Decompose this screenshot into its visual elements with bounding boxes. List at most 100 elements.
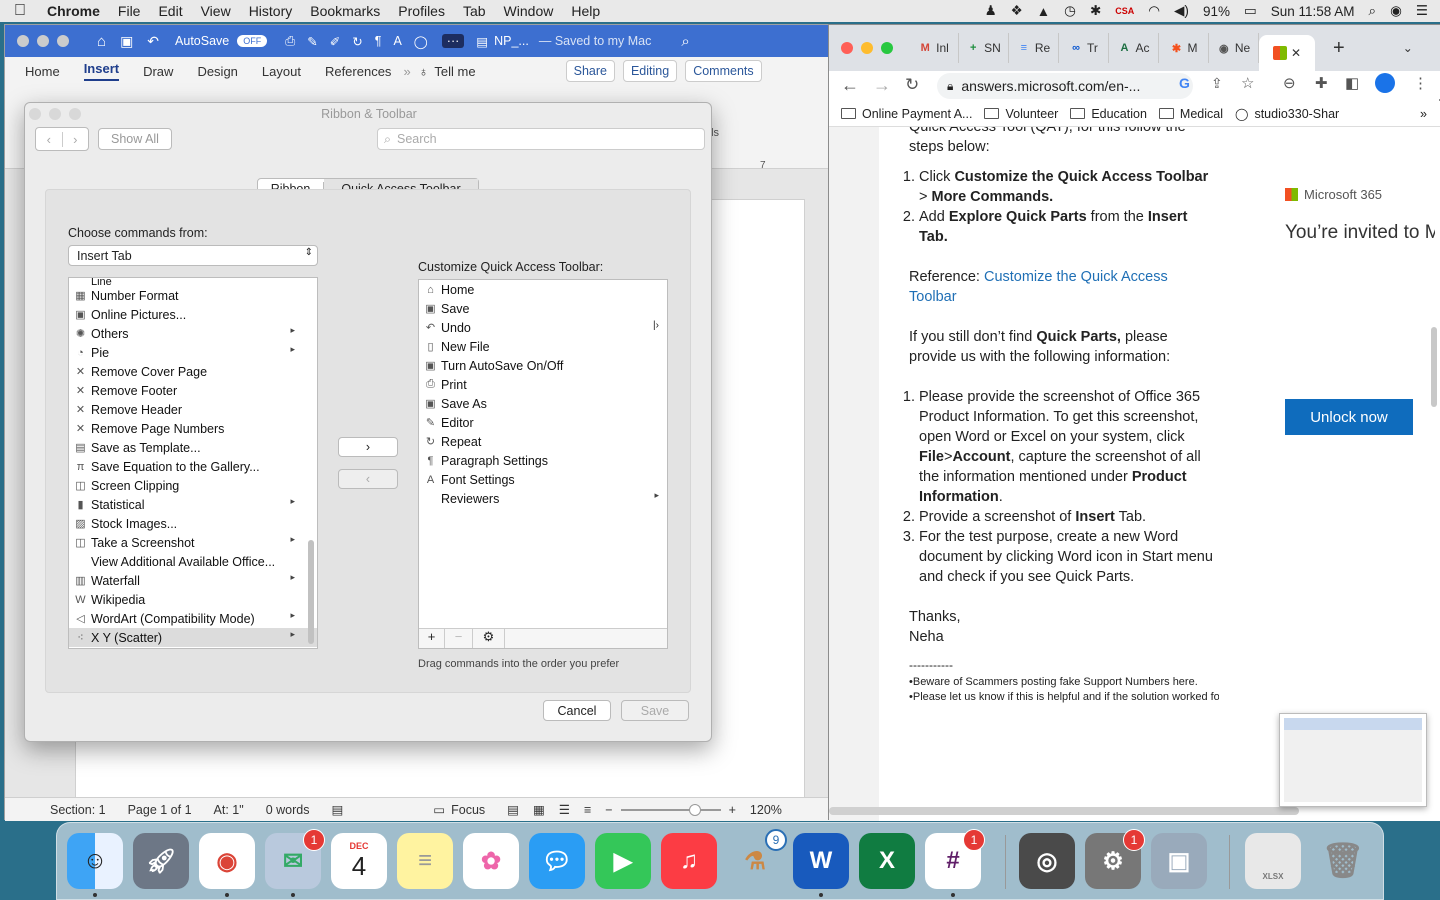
command-item[interactable]: ▣ Online Pictures... [69, 305, 317, 324]
address-bar[interactable]: 🔒︎ answers.microsoft.com/en-... [937, 73, 1193, 99]
volume-icon[interactable]: ◀) [1174, 3, 1189, 19]
command-item[interactable]: ▦ Number Format [69, 286, 317, 305]
url-text[interactable]: answers.microsoft.com/en-... [961, 78, 1140, 94]
spotlight-icon[interactable]: ⌕ [1369, 3, 1377, 19]
menu-window[interactable]: Window [504, 3, 554, 19]
chrome-tab[interactable]: ∞ Tr [1059, 33, 1109, 63]
command-item[interactable]: ▥ Waterfall ▸ [69, 571, 317, 590]
toolbar-item[interactable]: A Font Settings [419, 470, 667, 489]
minimize-window-button[interactable] [37, 35, 49, 47]
toolbar-item[interactable]: ✎ Editor [419, 413, 667, 432]
share-button[interactable]: Share [565, 60, 615, 82]
menu-history[interactable]: History [249, 3, 293, 19]
sidebar-icon[interactable]: ◧ [1345, 74, 1359, 92]
chrome-tab[interactable]: ◉ Ne [1209, 33, 1259, 63]
menu-tab[interactable]: Tab [463, 3, 486, 19]
command-item[interactable]: ▤ Save as Template... [69, 438, 317, 457]
notes-icon[interactable]: ≡ [397, 833, 453, 889]
chrome-tab[interactable]: A Ac [1109, 33, 1159, 63]
tab-microsoft-active[interactable]: ✕ [1259, 35, 1315, 71]
command-item[interactable]: ◫ Screen Clipping [69, 476, 317, 495]
menu-help[interactable]: Help [571, 3, 600, 19]
new-tab-icon[interactable]: + [1333, 37, 1345, 60]
print-icon[interactable]: ⎙ [285, 34, 295, 49]
chrome-icon[interactable]: ◉ [199, 833, 255, 897]
bookmark-item[interactable]: Volunteer [984, 107, 1058, 121]
editing-button[interactable]: Editing [622, 60, 678, 82]
search-icon[interactable]: ⌕ [681, 33, 689, 50]
web-layout-icon[interactable]: ▦ [533, 802, 545, 817]
proofing-icon[interactable]: ▤ [331, 802, 343, 817]
add-item-icon[interactable]: + [419, 629, 445, 648]
editor-icon[interactable]: ✎ [307, 34, 317, 49]
battery-percent[interactable]: 91% [1203, 4, 1230, 19]
chrome-menu-icon[interactable]: ⋮ [1413, 74, 1428, 92]
back-icon[interactable]: ← [841, 75, 859, 96]
toolbar-item[interactable]: Reviewers ▸ [419, 489, 667, 508]
bookmark-item[interactable]: Online Payment A... [841, 107, 972, 121]
command-item[interactable]: ✕ Remove Page Numbers [69, 419, 317, 438]
bookmark-item[interactable]: ◯ studio330-Shar [1235, 107, 1339, 121]
command-item[interactable]: ✕ Remove Footer [69, 381, 317, 400]
repeat-icon[interactable]: ↻ [352, 34, 362, 49]
command-item[interactable]: View Additional Available Office... [69, 552, 317, 571]
shapes-icon[interactable]: ◯ [414, 34, 428, 49]
word-icon[interactable]: W [793, 833, 849, 897]
bookmarks-overflow-icon[interactable]: » [1420, 107, 1427, 121]
toolbar-list[interactable]: ⌂ Home ▣ Save ↶ Undo ▯ New File ▣ Turn AutoSave O… [418, 279, 668, 649]
chrome-tab[interactable]: M Inl [909, 33, 959, 63]
trash-icon[interactable]: 🗑︎ [1315, 833, 1371, 889]
page-scrollbar[interactable] [1431, 327, 1437, 407]
command-item[interactable]: ▨ Stock Images... [69, 514, 317, 533]
bookmark-item[interactable]: Education [1070, 107, 1147, 121]
command-item[interactable]: ◫ Take a Screenshot ▸ [69, 533, 317, 552]
gear-icon[interactable]: ⚙ [473, 629, 505, 648]
tab-home[interactable]: Home [25, 64, 60, 79]
menu-app-name[interactable]: Chrome [47, 3, 100, 19]
toolbar-item[interactable]: ▯ New File [419, 337, 667, 356]
music-icon[interactable]: ♫ [661, 833, 717, 889]
extension-block-icon[interactable]: ⊖ [1283, 74, 1296, 92]
font-icon[interactable]: A [393, 34, 401, 48]
mail-icon[interactable]: ✉ 1 [265, 829, 325, 897]
toolbar-item[interactable]: ¶ Paragraph Settings [419, 451, 667, 470]
wifi-icon[interactable]: ◠ [1148, 3, 1160, 19]
command-item[interactable]: ⁖ X Y (Scatter) ▸ [69, 628, 317, 647]
more-icon[interactable]: ··· [441, 34, 465, 48]
tab-references[interactable]: References [325, 64, 391, 79]
zoom-window-button[interactable] [57, 35, 69, 47]
print-layout-icon[interactable]: ▤ [507, 802, 519, 817]
chrome-close-button[interactable] [841, 42, 853, 54]
undo-submenu-icon[interactable]: |› [653, 320, 659, 331]
cancel-button[interactable]: Cancel [543, 700, 611, 721]
list-item-partial[interactable]: Line [69, 278, 317, 286]
system-preferences-icon[interactable]: ⚙ 1 [1085, 829, 1145, 889]
tabs-overflow-icon[interactable]: » [403, 64, 410, 79]
command-item[interactable]: W Wikipedia [69, 590, 317, 609]
screenshot-thumbnail[interactable] [1279, 713, 1427, 807]
toolbar-item[interactable]: ▣ Save As [419, 394, 667, 413]
status-focus[interactable]: Focus [451, 803, 485, 817]
show-all-button[interactable]: Show All [98, 128, 172, 150]
choose-commands-select[interactable]: Insert Tab ⇕ [68, 245, 318, 266]
chrome-tab[interactable]: + SN [959, 33, 1009, 63]
instruments-icon[interactable]: ⚗ 9 [727, 829, 787, 889]
extensions-icon[interactable]: ✚ [1315, 74, 1328, 92]
launchpad-icon[interactable]: 🚀︎ [133, 833, 189, 889]
apple-menu-icon[interactable]:  [14, 2, 26, 20]
back-icon[interactable]: ‹ [36, 131, 63, 147]
command-item[interactable]: ▮ Statistical ▸ [69, 495, 317, 514]
profile-avatar[interactable] [1375, 73, 1395, 93]
facetime-icon[interactable]: ▶ [595, 833, 651, 889]
command-item[interactable]: ✕ Remove Header [69, 400, 317, 419]
focus-icon[interactable]: ▭ [433, 802, 445, 817]
tell-me-search[interactable]: Tell me [434, 64, 475, 79]
comments-button[interactable]: Comments [685, 60, 762, 82]
tab-draw[interactable]: Draw [143, 64, 173, 79]
lock-icon[interactable]: 🔒︎ [947, 79, 953, 94]
zoom-level[interactable]: 120% [750, 803, 782, 817]
zoom-slider[interactable] [620, 803, 721, 816]
toolbar-item[interactable]: ▣ Save [419, 299, 667, 318]
drive-icon[interactable]: ▲ [1037, 4, 1050, 19]
zoom-in-icon[interactable]: + [729, 803, 736, 817]
